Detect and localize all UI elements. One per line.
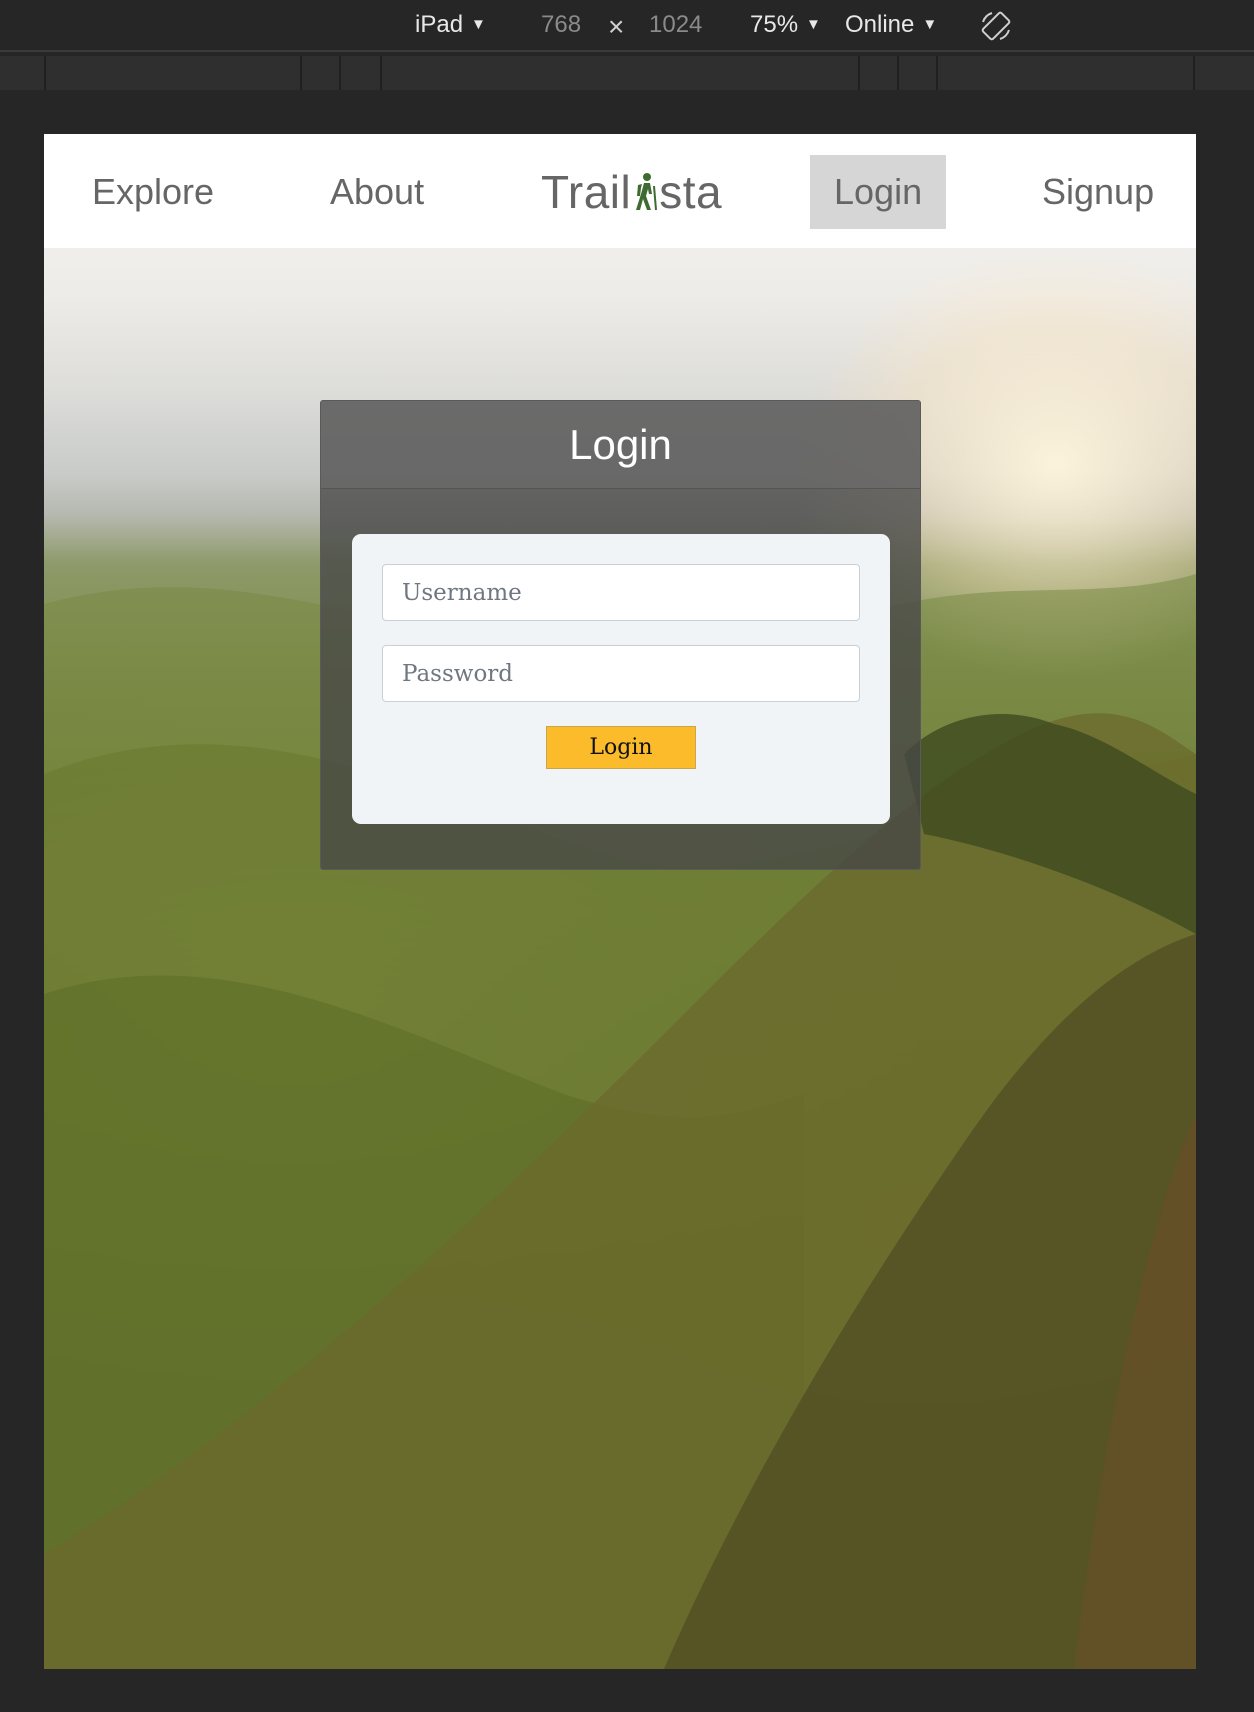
nav-explore[interactable]: Explore: [68, 155, 238, 229]
ruler-divider: [897, 56, 899, 90]
device-select-label: iPad: [415, 11, 464, 38]
network-select-label: Online: [845, 11, 915, 38]
nav-signup[interactable]: Signup: [1018, 155, 1178, 229]
hiker-icon: [636, 173, 658, 211]
top-navbar: Explore About Trail sta Login Signup: [44, 134, 1196, 248]
username-input[interactable]: [382, 564, 860, 621]
device-viewport: Explore About Trail sta Login Signup Log…: [44, 134, 1196, 1669]
chevron-down-icon: ▼: [922, 16, 938, 33]
mountain-background-image: [44, 574, 1196, 1669]
login-form: Login: [352, 534, 890, 824]
chevron-down-icon: ▼: [806, 16, 821, 33]
brand-logo[interactable]: Trail sta: [541, 162, 722, 222]
password-input[interactable]: [382, 645, 860, 702]
ruler-divider: [936, 56, 938, 90]
ruler-divider: [339, 56, 341, 90]
chevron-down-icon: ▼: [471, 16, 486, 33]
width-input[interactable]: 768: [541, 10, 581, 40]
times-icon: ×: [608, 11, 625, 42]
ruler-divider: [858, 56, 860, 90]
nav-login[interactable]: Login: [810, 155, 947, 229]
logo-text-start: Trail: [541, 166, 632, 218]
nav-about[interactable]: About: [306, 155, 448, 229]
height-input[interactable]: 1024: [649, 10, 702, 40]
device-select[interactable]: iPad ▼: [415, 10, 486, 43]
login-submit-button[interactable]: Login: [546, 726, 696, 769]
ruler-divider: [44, 56, 46, 90]
devtools-toolbar: iPad ▼ 768 × 1024 75% ▼ Online ▼: [0, 0, 1254, 52]
logo-text-end: sta: [659, 166, 723, 218]
zoom-select[interactable]: 75% ▼: [750, 10, 821, 43]
rotate-device-icon[interactable]: [980, 10, 1012, 42]
login-panel-title: Login: [321, 401, 920, 489]
ruler-divider: [1193, 56, 1195, 90]
zoom-select-label: 75%: [750, 11, 799, 38]
ruler-divider: [380, 56, 382, 90]
ruler-divider: [300, 56, 302, 90]
login-panel: Login Login: [320, 400, 921, 870]
network-select[interactable]: Online ▼: [845, 10, 937, 43]
media-query-bar[interactable]: [0, 56, 1254, 90]
